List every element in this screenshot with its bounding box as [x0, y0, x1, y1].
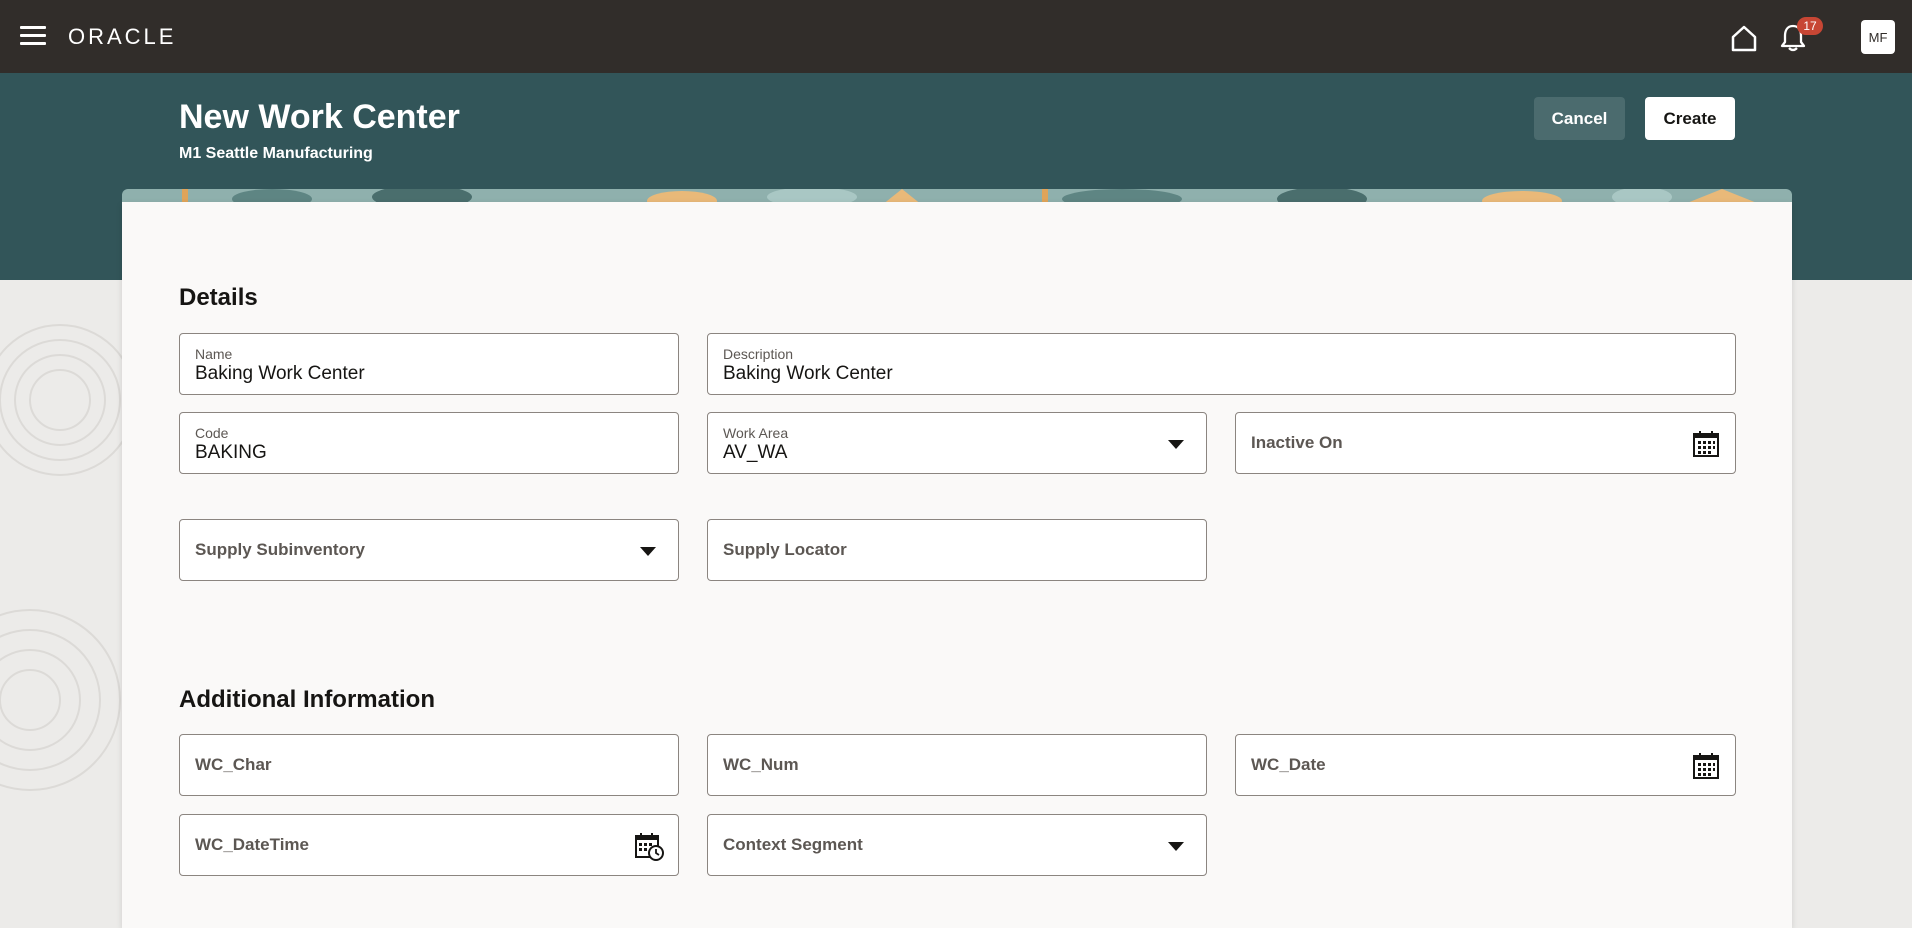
inactive-on-date-field[interactable]: Inactive On [1235, 412, 1736, 474]
notifications-button[interactable]: 17 [1779, 17, 1823, 54]
context-segment-select[interactable]: Context Segment [707, 814, 1207, 876]
description-value: Baking Work Center [723, 363, 893, 384]
inactive-on-label: Inactive On [1251, 433, 1343, 452]
work-area-select[interactable]: Work Area AV_WA [707, 412, 1207, 474]
details-section-title: Details [179, 284, 258, 311]
work-area-label: Work Area [723, 425, 789, 441]
supply-subinventory-select[interactable]: Supply Subinventory [179, 519, 679, 581]
name-value: Baking Work Center [195, 363, 365, 384]
notification-count-badge: 17 [1797, 17, 1823, 35]
page-title: New Work Center [179, 98, 460, 136]
wc-num-label: WC_Num [723, 755, 799, 774]
cancel-button[interactable]: Cancel [1534, 97, 1625, 140]
work-area-value: AV_WA [723, 442, 788, 463]
calendar-clock-icon[interactable] [634, 831, 664, 861]
wc-datetime-label: WC_DateTime [195, 835, 309, 854]
supply-subinventory-label: Supply Subinventory [195, 540, 366, 559]
description-field[interactable]: Description Baking Work Center [707, 333, 1736, 395]
oracle-logo[interactable]: ORACLE [68, 24, 176, 50]
wc-char-field[interactable]: WC_Char [179, 734, 679, 796]
user-avatar[interactable]: MF [1861, 20, 1895, 54]
calendar-icon[interactable] [1691, 751, 1721, 781]
chevron-down-icon[interactable] [640, 547, 656, 556]
wc-char-label: WC_Char [195, 755, 272, 774]
wc-date-field[interactable]: WC_Date [1235, 734, 1736, 796]
code-field[interactable]: Code BAKING [179, 412, 679, 474]
chevron-down-icon[interactable] [1168, 440, 1184, 449]
context-segment-label: Context Segment [723, 835, 863, 854]
chevron-down-icon[interactable] [1168, 842, 1184, 851]
wc-num-field[interactable]: WC_Num [707, 734, 1207, 796]
page-subtitle: M1 Seattle Manufacturing [179, 145, 373, 162]
home-icon[interactable] [1730, 24, 1758, 52]
background-texture [0, 280, 122, 928]
wc-date-label: WC_Date [1251, 755, 1326, 774]
name-label: Name [195, 346, 233, 362]
calendar-icon[interactable] [1691, 429, 1721, 459]
wc-datetime-field[interactable]: WC_DateTime [179, 814, 679, 876]
hamburger-menu-icon[interactable] [20, 26, 46, 46]
name-field[interactable]: Name Baking Work Center [179, 333, 679, 395]
code-label: Code [195, 425, 229, 441]
code-value: BAKING [195, 442, 267, 463]
description-label: Description [723, 346, 794, 362]
top-navigation-bar: ORACLE 17 MF [0, 0, 1912, 73]
create-button[interactable]: Create [1645, 97, 1735, 140]
additional-information-section-title: Additional Information [179, 686, 435, 713]
supply-locator-label: Supply Locator [723, 540, 847, 559]
supply-locator-field[interactable]: Supply Locator [707, 519, 1207, 581]
